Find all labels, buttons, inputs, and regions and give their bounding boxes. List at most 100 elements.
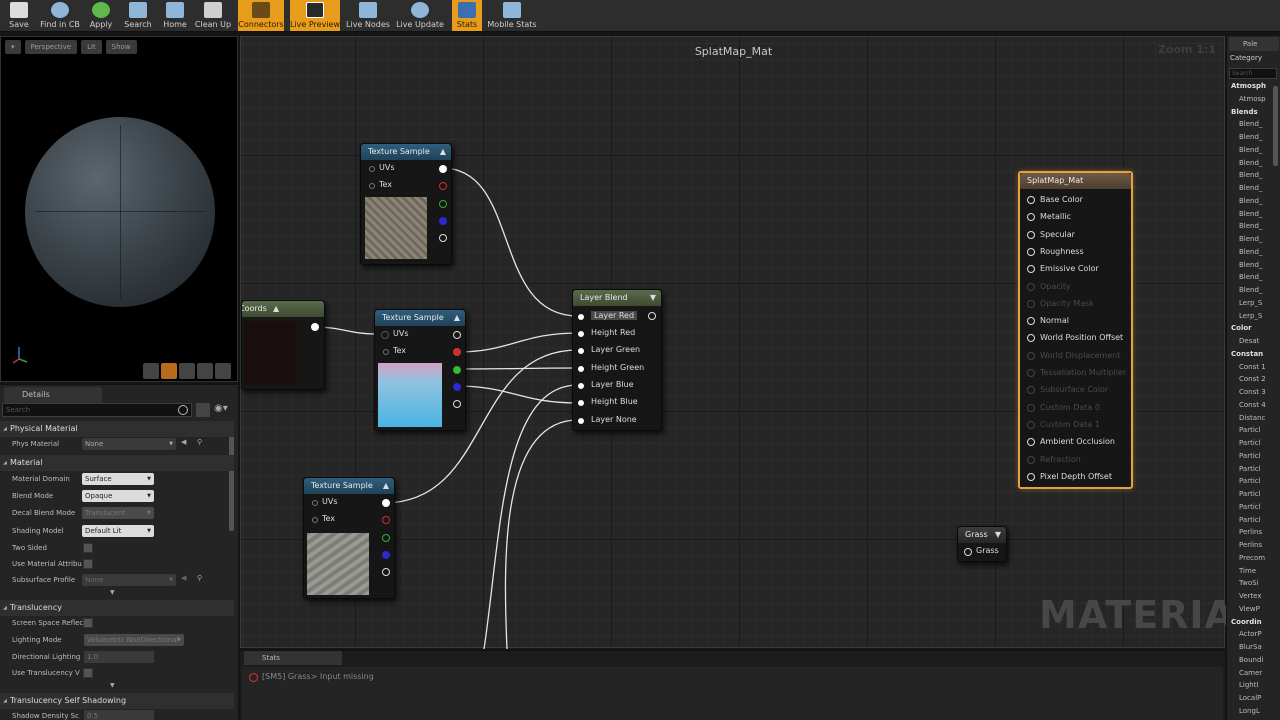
palette-item[interactable]: Camer (1239, 669, 1262, 677)
output-pin-r[interactable] (382, 516, 390, 524)
palette-item[interactable]: LocalP (1239, 694, 1261, 702)
palette-item[interactable]: Blend_ (1239, 210, 1262, 218)
phys-material-dropdown[interactable]: None (82, 438, 176, 450)
palette-item[interactable]: LongL (1239, 707, 1260, 715)
arrow-left-icon[interactable]: ◀ (181, 574, 186, 582)
details-search-input[interactable]: Search (2, 403, 192, 417)
eye-icon[interactable]: ◉▾ (214, 403, 232, 417)
input-pin[interactable] (578, 418, 584, 424)
palette-item[interactable]: Blend_ (1239, 171, 1262, 179)
input-pin[interactable] (383, 349, 389, 355)
palette-item[interactable]: Particl (1239, 490, 1261, 498)
palette-item[interactable]: BlurSa (1239, 643, 1262, 651)
output-pin-rgb[interactable] (453, 331, 461, 339)
palette-item[interactable]: Blend_ (1239, 197, 1262, 205)
preview-viewport[interactable]: ▾ Perspective Lit Show (0, 36, 238, 382)
apply-button[interactable]: Apply (86, 0, 116, 31)
input-pin[interactable] (1027, 455, 1035, 464)
live-nodes-button[interactable]: Live Nodes (346, 0, 390, 31)
input-pin[interactable] (1027, 282, 1035, 291)
output-pin-b[interactable] (439, 217, 447, 225)
collapse-arrow-icon[interactable]: ▼ (650, 290, 656, 306)
palette-item[interactable]: Blend_ (1239, 184, 1262, 192)
input-pin[interactable] (578, 348, 584, 354)
stats-button[interactable]: Stats (452, 0, 482, 31)
palette-item[interactable]: Vertex (1239, 592, 1262, 600)
texture-sample-node-3[interactable]: Texture Sample ▲ UVs Tex (303, 477, 395, 599)
palette-item[interactable]: Particl (1239, 452, 1261, 460)
input-pin[interactable] (1027, 334, 1035, 343)
palette-category[interactable]: Color (1231, 324, 1252, 332)
palette-item[interactable]: LightI (1239, 681, 1259, 689)
output-pin-a[interactable] (439, 234, 447, 242)
expand-advanced-icon[interactable]: ▼ (110, 589, 115, 596)
palette-tab[interactable]: Pale (1229, 37, 1279, 51)
palette-item[interactable]: Blend_ (1239, 120, 1262, 128)
decal-blend-dropdown[interactable]: Translucent (82, 507, 154, 519)
output-pin[interactable] (648, 312, 656, 320)
palette-scrollbar[interactable] (1273, 86, 1278, 166)
expand-advanced-icon[interactable]: ▼ (110, 682, 115, 689)
palette-category[interactable]: Coordin (1231, 618, 1262, 626)
section-physical-material[interactable]: Physical Material (0, 421, 234, 437)
connectors-button[interactable]: Connectors (238, 0, 284, 31)
sphere-preview-icon[interactable] (161, 363, 177, 379)
input-pin[interactable] (578, 383, 584, 389)
input-pin[interactable] (369, 166, 375, 172)
cylinder-preview-icon[interactable] (143, 363, 159, 379)
palette-item[interactable]: Blend_ (1239, 261, 1262, 269)
use-material-attributes-checkbox[interactable] (83, 559, 93, 569)
landscape-coords-node[interactable]: LandscapeCoords▲ (241, 300, 325, 390)
collapse-arrow-icon[interactable]: ▲ (454, 310, 460, 326)
texture-sample-node-1[interactable]: Texture Sample ▲ UVs Tex (360, 143, 452, 265)
shading-model-dropdown[interactable]: Default Lit (82, 525, 154, 537)
input-pin[interactable] (578, 366, 584, 372)
screen-space-reflections-checkbox[interactable] (83, 618, 93, 628)
section-translucency[interactable]: Translucency (0, 600, 234, 616)
palette-item[interactable]: Particl (1239, 503, 1261, 511)
palette-item[interactable]: Blend_ (1239, 273, 1262, 281)
clean-up-button[interactable]: Clean Up (194, 0, 232, 31)
input-pin[interactable] (1027, 299, 1035, 308)
output-pin-g[interactable] (453, 366, 461, 374)
input-pin[interactable] (1027, 317, 1035, 326)
find-in-cb-button[interactable]: Find in CB (38, 0, 82, 31)
stats-tab[interactable]: Stats (244, 651, 342, 665)
arrow-left-icon[interactable]: ◀ (181, 438, 186, 446)
input-pin[interactable] (1027, 403, 1035, 412)
section-translucency-self-shadowing[interactable]: Translucency Self Shadowing (0, 693, 234, 709)
live-preview-button[interactable]: Live Preview (290, 0, 340, 31)
output-pin-r[interactable] (453, 348, 461, 356)
output-pin-b[interactable] (382, 551, 390, 559)
live-update-button[interactable]: Live Update (396, 0, 444, 31)
palette-item[interactable]: Distanc (1239, 414, 1265, 422)
two-sided-checkbox[interactable] (83, 543, 93, 553)
texture-sample-node-2[interactable]: Texture Sample ▲ UVs Tex (374, 309, 466, 431)
palette-item[interactable]: Perlins (1239, 528, 1262, 536)
input-pin[interactable] (1027, 196, 1035, 204)
palette-item[interactable]: ViewP (1239, 605, 1260, 613)
input-pin[interactable] (578, 314, 584, 320)
section-material[interactable]: Material (0, 455, 234, 471)
palette-item[interactable]: Particl (1239, 465, 1261, 473)
output-pin-r[interactable] (439, 182, 447, 190)
palette-item[interactable]: Const 3 (1239, 388, 1266, 396)
input-pin[interactable] (1027, 369, 1035, 377)
lit-button[interactable]: Lit (81, 40, 102, 54)
output-pin-g[interactable] (382, 534, 390, 542)
output-pin-rgb[interactable] (382, 499, 390, 507)
shadow-density-field[interactable]: 0.5 (84, 710, 154, 720)
input-pin[interactable] (381, 331, 389, 339)
palette-item[interactable]: Blend_ (1239, 286, 1262, 294)
browse-icon[interactable]: ⚲ (197, 438, 202, 446)
mesh-preview-icon[interactable] (215, 363, 231, 379)
output-pin-g[interactable] (439, 200, 447, 208)
input-pin[interactable] (578, 400, 584, 406)
palette-item[interactable]: Desat (1239, 337, 1259, 345)
mobile-stats-button[interactable]: Mobile Stats (486, 0, 538, 31)
input-pin[interactable] (1027, 438, 1035, 447)
input-pin[interactable] (964, 548, 972, 556)
palette-search-input[interactable]: Search (1229, 68, 1277, 79)
palette-category[interactable]: Constan (1231, 350, 1263, 358)
input-pin[interactable] (578, 331, 584, 337)
